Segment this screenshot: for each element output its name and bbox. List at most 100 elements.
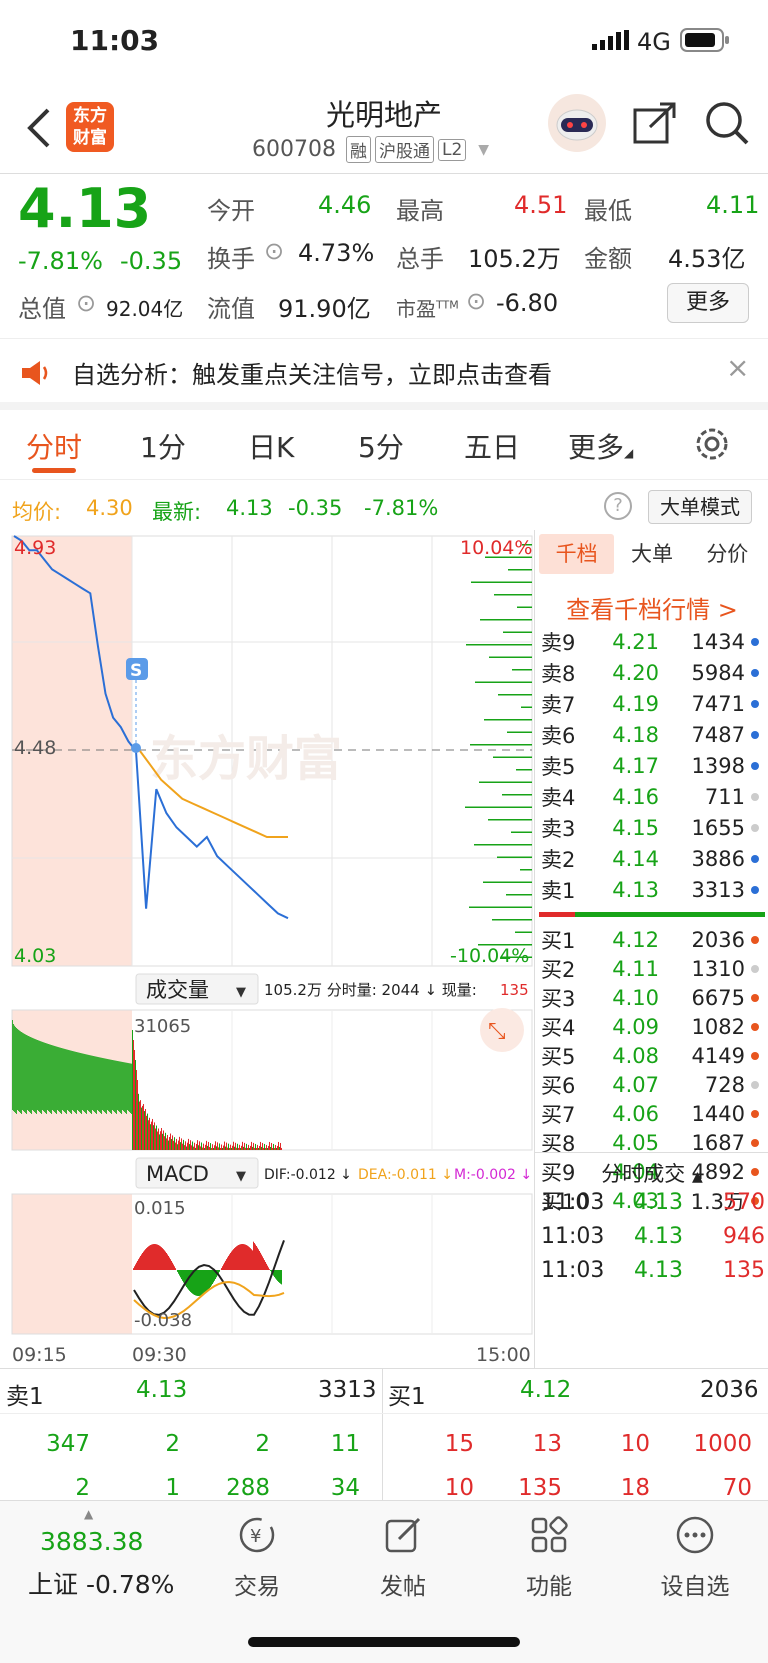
macd-bar (199, 1270, 200, 1296)
ask-row[interactable]: 卖7 4.19 7471 (541, 688, 767, 719)
pre-volume-bar (84, 1053, 85, 1112)
bid-row[interactable]: 买2 4.11 1310 (541, 953, 767, 984)
nav-functions[interactable]: 功能 (494, 1515, 604, 1601)
strip-sell-label: 卖1 (6, 1384, 44, 1410)
volume-bar (167, 1134, 168, 1150)
tab-big-orders[interactable]: 大单 (614, 534, 689, 574)
volume-bar (135, 1060, 136, 1150)
high-label: 最高 (396, 197, 444, 225)
ask-row[interactable]: 卖6 4.18 7487 (541, 719, 767, 750)
volume-bar (150, 1124, 151, 1150)
macd-bar (228, 1255, 229, 1270)
pre-volume-bar (118, 1061, 119, 1111)
vol-max-label: 31065 (134, 1016, 191, 1037)
analysis-banner[interactable]: 自选分析：触发重点关注信号，立即点击查看 × (0, 338, 768, 410)
macd-bar (222, 1266, 223, 1270)
macd-bar (186, 1270, 187, 1288)
bid-price: 4.09 (612, 1014, 659, 1039)
pre-volume-bar (33, 1038, 34, 1111)
macd-bar (146, 1248, 147, 1270)
macd-bar (183, 1270, 184, 1283)
close-icon[interactable]: × (726, 351, 749, 384)
share-button[interactable] (632, 100, 678, 150)
stock-code: 600708 (252, 137, 336, 162)
info-icon[interactable]: ⊙ (76, 289, 96, 317)
pre-volume-bar (86, 1054, 87, 1114)
strip-buy-cell: 15 (444, 1431, 474, 1457)
ask-row[interactable]: 卖9 4.21 1434 (541, 626, 767, 657)
tab-1min[interactable]: 1分 (140, 426, 186, 466)
ask-row[interactable]: 卖1 4.13 3313 (541, 874, 767, 905)
fill-volume: 570 (723, 1190, 765, 1215)
bid-row[interactable]: 买1 4.12 2036 (541, 924, 767, 955)
turnover-info-icon[interactable]: ⊙ (264, 237, 284, 265)
search-button[interactable] (704, 100, 750, 150)
tab-daily-k[interactable]: 日K (248, 426, 294, 466)
fills-header[interactable]: 分时成交 ▲ (535, 1158, 768, 1188)
pre-volume-bar (115, 1060, 116, 1113)
quote-panel: 4.13 -7.81% -0.35 总值 ⊙ 92.04亿 今开 4.46 最高… (0, 175, 768, 337)
chart-area[interactable]: 东方财富 S 4.93 4.48 4.03 10.04% -10.04% 成交量… (0, 530, 534, 1368)
volume-bar (273, 1143, 274, 1150)
bid-label: 买3 (541, 986, 576, 1011)
fills-divider (535, 1152, 768, 1153)
ask-label: 卖1 (541, 878, 576, 903)
ask-row[interactable]: 卖3 4.15 1655 (541, 812, 767, 843)
pre-volume-bar (98, 1057, 99, 1111)
help-icon[interactable]: ? (604, 492, 632, 520)
ask-row[interactable]: 卖8 4.20 5984 (541, 657, 767, 688)
tab-intraday[interactable]: 分时 (26, 426, 82, 466)
bid-row[interactable]: 买7 4.06 1440 (541, 1098, 767, 1129)
volume-label: 总手 (396, 245, 444, 273)
big-order-mode-button[interactable]: 大单模式 (648, 490, 752, 524)
ask-volume: 1655 (691, 815, 745, 840)
ask-row[interactable]: 卖5 4.17 1398 (541, 750, 767, 781)
bid-volume: 6675 (691, 985, 745, 1010)
pre-volume-bar (72, 1050, 73, 1110)
tab-5day[interactable]: 五日 (464, 426, 520, 466)
ask-row[interactable]: 卖4 4.16 711 (541, 781, 767, 812)
tab-price-dist[interactable]: 分价 (690, 534, 765, 574)
ask-row[interactable]: 卖2 4.14 3886 (541, 843, 767, 874)
nav-trade[interactable]: ¥ 交易 (202, 1515, 312, 1601)
settings-button[interactable] (694, 426, 730, 466)
pre-volume-bar (90, 1055, 91, 1113)
macd-bar (177, 1270, 178, 1272)
stock-code-row[interactable]: 600708 融 沪股通 L2 ▼ (252, 136, 489, 163)
macd-bar (171, 1260, 172, 1270)
nav-post[interactable]: 发帖 (348, 1515, 458, 1601)
pre-volume-bar (61, 1048, 62, 1114)
ask-volume: 5984 (691, 660, 745, 685)
more-button[interactable]: 更多 (667, 283, 749, 323)
time-open: 09:30 (132, 1344, 187, 1366)
index-value[interactable]: 3883.38 (40, 1527, 143, 1556)
macd-bar (268, 1267, 269, 1270)
low-value: 4.11 (706, 191, 760, 219)
tab-thousand-levels[interactable]: 千档 (539, 534, 615, 574)
pre-volume-bar (97, 1056, 98, 1110)
bid-row[interactable]: 买5 4.08 4149 (541, 1040, 767, 1071)
index-label[interactable]: 上证 -0.78% (28, 1565, 174, 1601)
pe-info-icon[interactable]: ⊙ (466, 287, 486, 315)
robot-assistant-icon[interactable] (546, 92, 608, 158)
pre-volume-bar (54, 1045, 55, 1112)
view-levels-link[interactable]: 查看千档行情 > (535, 590, 768, 625)
bid-row[interactable]: 买8 4.05 1687 (541, 1127, 767, 1158)
bid-row[interactable]: 买3 4.10 6675 (541, 982, 767, 1013)
pre-volume-bar (110, 1059, 111, 1113)
depth-bar (484, 719, 532, 721)
pre-volume-bar (40, 1041, 41, 1113)
bid-row[interactable]: 买6 4.07 728 (541, 1069, 767, 1100)
tab-5min[interactable]: 5分 (358, 426, 404, 466)
macd-bar (135, 1264, 136, 1270)
pre-volume-bar (126, 1062, 127, 1114)
volume-bar (250, 1145, 251, 1150)
pre-volume-bar (130, 1063, 131, 1113)
dif-label: DIF:-0.012 ↓ (264, 1167, 352, 1183)
tab-more[interactable]: 更多◢ (568, 426, 633, 466)
volume-bar (266, 1144, 267, 1150)
bid-row[interactable]: 买4 4.09 1082 (541, 1011, 767, 1042)
nav-add-watchlist[interactable]: 设自选 (640, 1515, 750, 1601)
macd-bar (258, 1249, 259, 1270)
pre-volume-bar (71, 1050, 72, 1114)
